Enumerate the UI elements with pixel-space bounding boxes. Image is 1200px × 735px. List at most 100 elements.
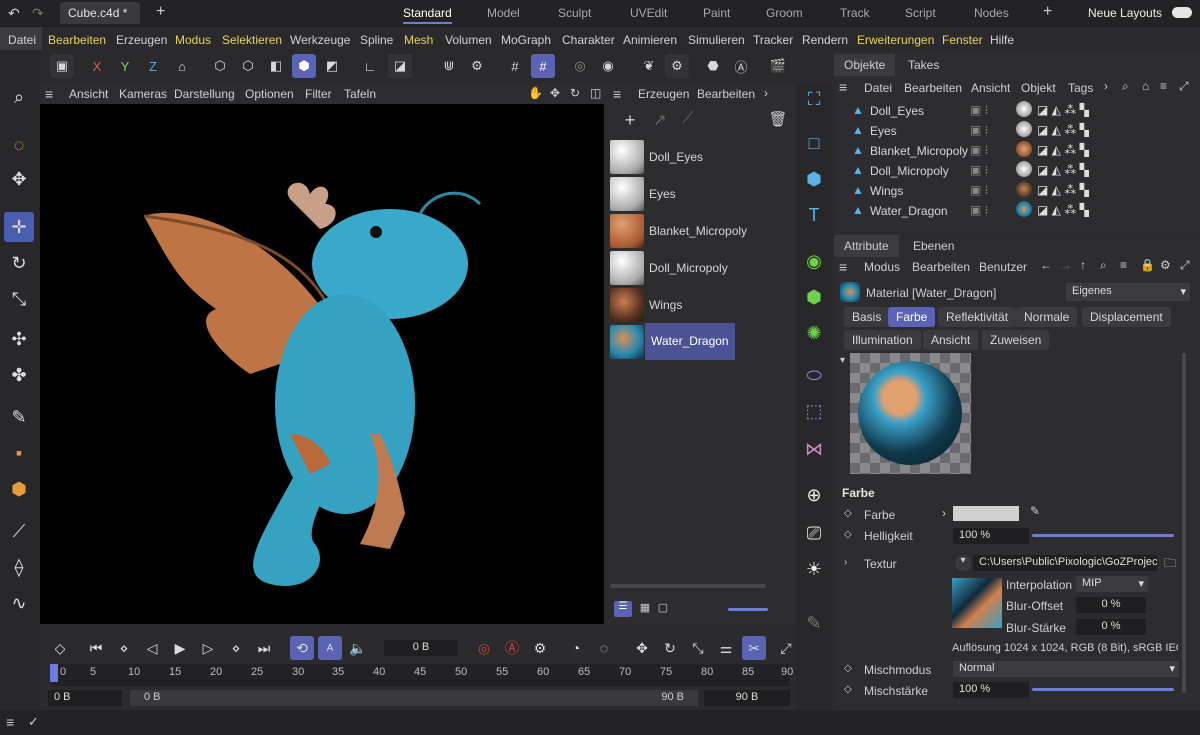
search-icon[interactable]: ⌕ [1122, 79, 1129, 94]
layout-tab-nodes[interactable]: Nodes [974, 6, 1009, 20]
cube-icon[interactable]: ⬢ [799, 164, 829, 194]
eyedropper-icon[interactable]: ✎ [1030, 504, 1040, 518]
deformer-icon[interactable]: ⬭ [799, 360, 829, 390]
expand-icon[interactable]: ⤢ [1179, 79, 1189, 94]
link-icon[interactable]: ↗ [648, 110, 672, 134]
workplane-icon[interactable]: ◉ [596, 54, 620, 78]
effector-icon[interactable]: ✺ [799, 318, 829, 348]
material-item[interactable]: Blanket_Micropoly [608, 212, 794, 249]
menu-erzeugen[interactable]: Erzeugen [116, 33, 167, 47]
sound-icon[interactable]: 🔈 [346, 636, 370, 660]
new-layouts-toggle[interactable] [1172, 7, 1192, 18]
object-row[interactable]: ▲ Doll_Eyes ▣ ⁝ ◪ ◭ ⁂ ▚ [834, 100, 1200, 120]
menu-simulieren[interactable]: Simulieren [688, 33, 745, 47]
chip-zuweisen[interactable]: Zuweisen [982, 330, 1050, 350]
menu-volumen[interactable]: Volumen [445, 33, 492, 47]
viewport[interactable] [40, 104, 604, 624]
material-scrollbar[interactable] [610, 584, 766, 588]
axis-z-button[interactable]: Z [141, 54, 165, 78]
timeline-more-icon[interactable]: ⤢ [774, 636, 798, 660]
tag-icons[interactable]: ◪ ◭ ⁂ ▚ [1037, 203, 1089, 217]
chip-farbe[interactable]: Farbe [888, 307, 936, 327]
chevron-right-icon[interactable]: › [942, 506, 946, 520]
tag-icons[interactable]: ◪ ◭ ⁂ ▚ [1037, 163, 1089, 177]
material-item[interactable]: Doll_Eyes [608, 138, 794, 175]
environment-icon[interactable]: ⊕ [799, 480, 829, 510]
collapse-preview-icon[interactable]: ▾ [840, 355, 845, 366]
field-icon[interactable]: ⋈ [799, 434, 829, 464]
search-icon[interactable]: ⌕ [4, 82, 34, 112]
menu-modus[interactable]: Modus [175, 33, 211, 47]
status-check-icon[interactable]: ✓ [28, 714, 39, 730]
lock-icon[interactable]: 🔒 [1140, 258, 1155, 272]
cube-outline-icon[interactable]: □ [799, 128, 829, 158]
snap-grid-icon[interactable]: # [531, 54, 555, 78]
material-item[interactable]: Eyes [608, 175, 794, 212]
pan-icon[interactable]: ✋ [528, 86, 543, 100]
attribute-menu-modus[interactable]: Modus [864, 260, 900, 274]
mischstaerke-field[interactable]: 100 % [953, 682, 1029, 698]
layout-tab-uvedit[interactable]: UVEdit [630, 6, 667, 20]
current-frame-field[interactable]: 0 B [384, 640, 458, 656]
scene-icon[interactable]: ▣ [50, 54, 74, 78]
material-item[interactable]: Wings [608, 286, 794, 323]
brush-icon[interactable]: ⟋ [4, 516, 34, 546]
forward-arrow-icon[interactable]: → [1060, 258, 1072, 272]
object-row[interactable]: ▲ Wings ▣ ⁝ ◪ ◭ ⁂ ▚ [834, 180, 1200, 200]
expand-icon[interactable]: ⤢ [1180, 258, 1190, 273]
material-item[interactable]: Water_Dragon [608, 323, 794, 360]
keyframe-diamond-icon[interactable]: ◇ [48, 636, 72, 660]
status-menu-icon[interactable]: ≡ [6, 714, 14, 730]
home-icon[interactable]: ⌂ [1142, 79, 1149, 93]
next-key-icon[interactable]: ⋄ [224, 636, 248, 660]
chip-illumination[interactable]: Illumination [844, 330, 921, 350]
menu-hilfe[interactable]: Hilfe [990, 33, 1014, 47]
settings-icon[interactable]: ⚙ [1160, 258, 1171, 272]
filter-icon[interactable]: ≡ [1120, 258, 1127, 272]
layout-tab-paint[interactable]: Paint [703, 6, 730, 20]
visibility-toggle[interactable]: ▣ ⁝ [970, 123, 989, 137]
material-tag-icon[interactable] [1016, 101, 1032, 117]
move-tool-settings-icon[interactable]: ✥ [4, 164, 34, 194]
chip-basis[interactable]: Basis [844, 307, 890, 327]
menu-werkzeuge[interactable]: Werkzeuge [290, 33, 350, 47]
undo-icon[interactable]: ↶ [8, 5, 20, 22]
material-tag-icon[interactable] [1016, 121, 1032, 137]
key-rotation-icon[interactable]: ↻ [658, 636, 682, 660]
menu-spline[interactable]: Spline [360, 33, 393, 47]
chip-displacement[interactable]: Displacement [1082, 307, 1171, 327]
tab-ebenen[interactable]: Ebenen [913, 239, 954, 253]
grid-view-icon[interactable]: ▦ [636, 601, 654, 617]
spline-icon[interactable]: ∿ [4, 588, 34, 618]
material-tag-icon[interactable] [1016, 161, 1032, 177]
previous-frame-icon[interactable]: ◁ [140, 636, 164, 660]
cloner-icon[interactable]: ⬢ [799, 282, 829, 312]
tag-icons[interactable]: ◪ ◭ ⁂ ▚ [1037, 123, 1089, 137]
object-row[interactable]: ▲ Doll_Micropoly ▣ ⁝ ◪ ◭ ⁂ ▚ [834, 160, 1200, 180]
scale-icon[interactable]: ⤡ [4, 284, 34, 314]
layout-tab-model[interactable]: Model [487, 6, 520, 20]
object-menu-bearbeiten[interactable]: Bearbeiten [904, 81, 962, 95]
up-arrow-icon[interactable]: ↑ [1080, 258, 1086, 272]
layout-tab-groom[interactable]: Groom [766, 6, 803, 20]
go-to-start-icon[interactable]: ⏮ [84, 636, 108, 660]
layout-tab-sculpt[interactable]: Sculpt [558, 6, 591, 20]
mouse-icon[interactable]: ◔ [564, 636, 588, 660]
tab-takes[interactable]: Takes [908, 58, 939, 72]
object-row[interactable]: ▲ Water_Dragon ▣ ⁝ ◪ ◭ ⁂ ▚ [834, 200, 1200, 220]
start-frame-field[interactable]: 0 B [48, 690, 122, 706]
viewport-menu-filter[interactable]: Filter [305, 87, 332, 101]
material-menu-bearbeiten[interactable]: Bearbeiten [697, 87, 755, 101]
key-scale-icon[interactable]: ⤡ [686, 636, 710, 660]
axis-x-button[interactable]: X [85, 54, 109, 78]
thumbnail-size-slider[interactable] [728, 608, 768, 611]
settings-icon[interactable]: ⚙ [665, 54, 689, 78]
axis-y-button[interactable]: Y [113, 54, 137, 78]
playhead[interactable] [50, 664, 58, 682]
add-material-icon[interactable]: + [618, 110, 642, 134]
key-position-icon[interactable]: ✥ [630, 636, 654, 660]
layout-tab-track[interactable]: Track [840, 6, 870, 20]
viewport-menu-ansicht[interactable]: Ansicht [69, 87, 108, 101]
chip-normale[interactable]: Normale [1016, 307, 1078, 327]
pen-icon[interactable]: ✎ [4, 402, 34, 432]
